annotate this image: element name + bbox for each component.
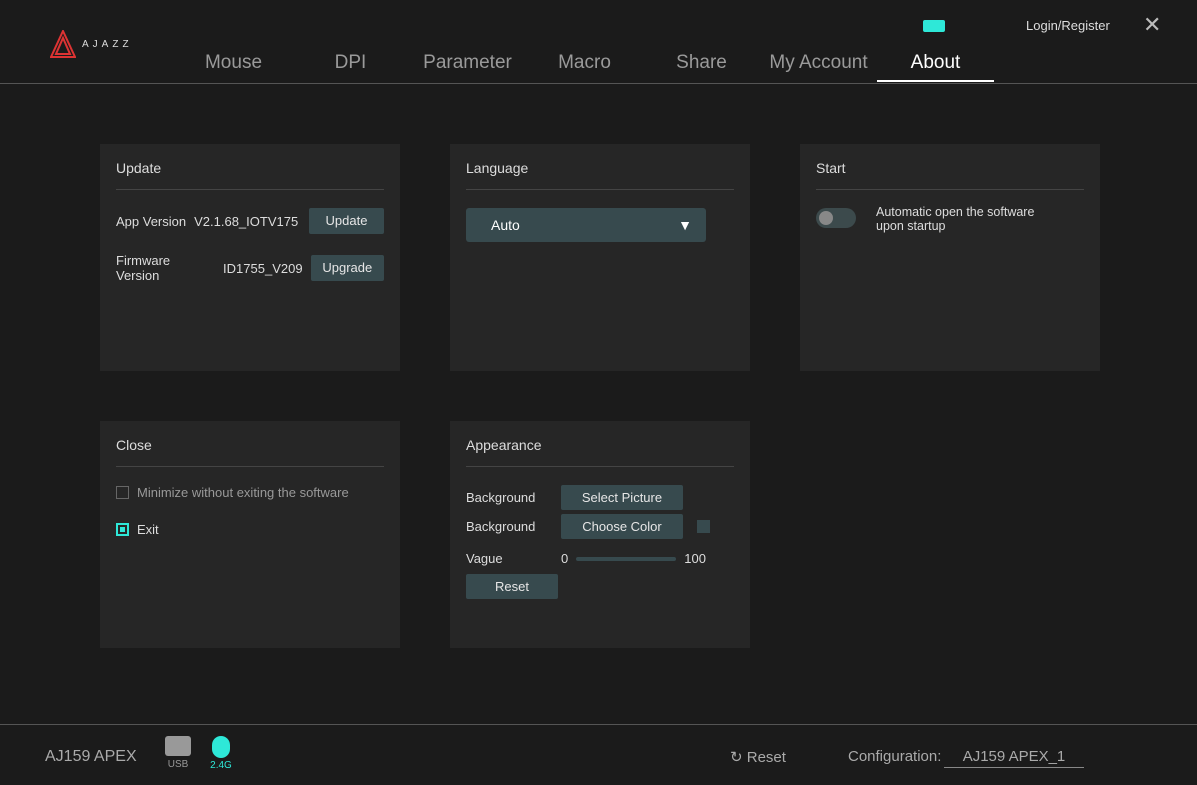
language-select[interactable]: Auto ▼ — [466, 208, 706, 242]
language-panel: Language Auto ▼ — [450, 144, 750, 371]
background-label: Background — [466, 519, 536, 534]
choose-color-button[interactable]: Choose Color — [561, 514, 683, 539]
wireless-mode[interactable]: 2.4G — [208, 736, 234, 771]
tab-share[interactable]: Share — [643, 52, 760, 82]
vague-min: 0 — [561, 551, 569, 566]
usb-label: USB — [167, 759, 189, 770]
main-tabs: Mouse DPI Parameter Macro Share My Accou… — [175, 52, 994, 82]
panel-title: Appearance — [466, 421, 734, 467]
close-icon[interactable]: ✕ — [1143, 12, 1161, 38]
close-panel: Close Minimize without exiting the softw… — [100, 421, 400, 648]
firmware-label: Firmware Version — [116, 253, 171, 283]
tab-mouse[interactable]: Mouse — [175, 52, 292, 82]
reset-button[interactable]: ↻ Reset — [730, 748, 786, 766]
footer-divider — [0, 724, 1197, 725]
tab-my-account[interactable]: My Account — [760, 52, 877, 82]
battery-icon — [923, 20, 945, 32]
app-version-value: V2.1.68_IOTV175 — [194, 213, 299, 229]
tab-about[interactable]: About — [877, 52, 994, 82]
autostart-label: Automatic open the software upon startup — [876, 205, 1035, 233]
color-swatch[interactable] — [697, 520, 710, 533]
minimize-label: Minimize without exiting the software — [137, 485, 349, 500]
mouse-icon — [212, 736, 230, 758]
panel-title: Close — [116, 421, 384, 467]
app-version-label: App Version — [116, 213, 187, 229]
usb-icon — [165, 736, 191, 756]
caret-down-icon: ▼ — [678, 217, 692, 233]
configuration-select[interactable]: AJ159 APEX_1 — [944, 748, 1084, 768]
logo-text: AJAZZ — [82, 38, 133, 50]
exit-checkbox[interactable] — [116, 523, 129, 536]
upgrade-button[interactable]: Upgrade — [310, 255, 384, 281]
refresh-icon: ↻ — [730, 749, 743, 766]
wireless-label: 2.4G — [210, 760, 232, 771]
device-name: AJ159 APEX — [45, 748, 137, 765]
panel-title: Update — [116, 144, 384, 190]
reset-label: Reset — [746, 749, 786, 766]
ajazz-logo: AJAZZ — [50, 30, 133, 58]
usb-mode[interactable]: USB — [165, 736, 191, 770]
autostart-toggle[interactable] — [816, 208, 856, 228]
exit-label: Exit — [137, 522, 159, 537]
tab-dpi[interactable]: DPI — [292, 52, 409, 82]
update-button[interactable]: Update — [309, 208, 384, 234]
language-value: Auto — [491, 217, 520, 233]
reset-appearance-button[interactable]: Reset — [466, 574, 558, 599]
vague-label: Vague — [466, 551, 503, 566]
start-panel: Start Automatic open the software upon s… — [800, 144, 1100, 371]
panel-title: Language — [466, 144, 734, 190]
vague-max: 100 — [684, 551, 706, 566]
tab-parameter[interactable]: Parameter — [409, 52, 526, 82]
header-divider — [0, 83, 1197, 84]
login-register-link[interactable]: Login/Register — [1026, 18, 1110, 33]
vague-slider[interactable] — [576, 556, 677, 561]
update-panel: Update App Version V2.1.68_IOTV175 Update … — [100, 144, 400, 371]
appearance-panel: Appearance Background Select Picture Back… — [450, 421, 750, 648]
tab-macro[interactable]: Macro — [526, 52, 643, 82]
panel-title: Start — [816, 144, 1084, 190]
logo-icon — [50, 30, 76, 58]
configuration-label: Configuration: — [848, 748, 942, 765]
minimize-checkbox[interactable] — [116, 486, 129, 499]
select-picture-button[interactable]: Select Picture — [561, 485, 683, 510]
firmware-value: ID1755_V209 — [223, 260, 303, 276]
background-label: Background — [466, 490, 536, 505]
